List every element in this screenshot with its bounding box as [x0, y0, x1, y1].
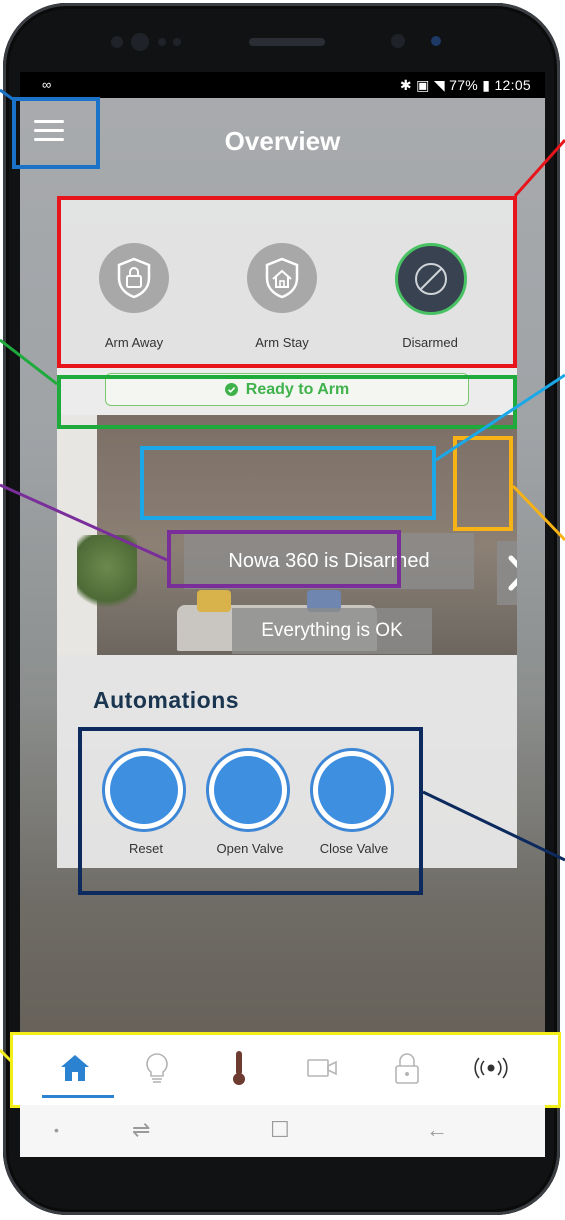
annotation-leader-lines — [0, 88, 565, 1064]
